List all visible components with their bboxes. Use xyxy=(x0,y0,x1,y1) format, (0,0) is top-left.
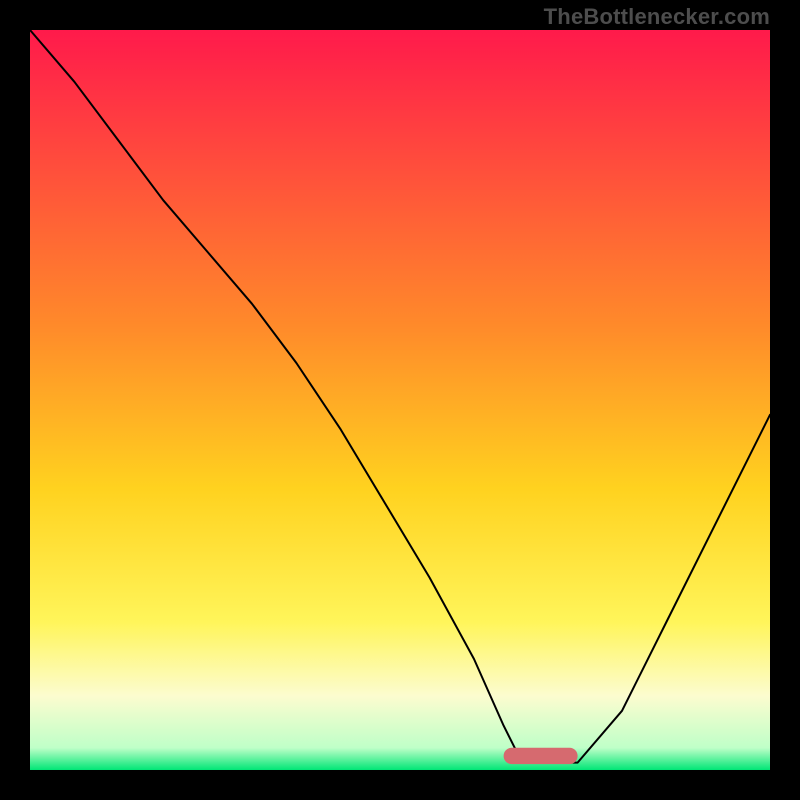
watermark-text: TheBottlenecker.com xyxy=(544,4,770,30)
plot-area xyxy=(30,30,770,770)
gradient-background xyxy=(30,30,770,770)
optimal-range-marker xyxy=(504,748,578,764)
chart-svg xyxy=(30,30,770,770)
chart-frame: TheBottlenecker.com xyxy=(0,0,800,800)
